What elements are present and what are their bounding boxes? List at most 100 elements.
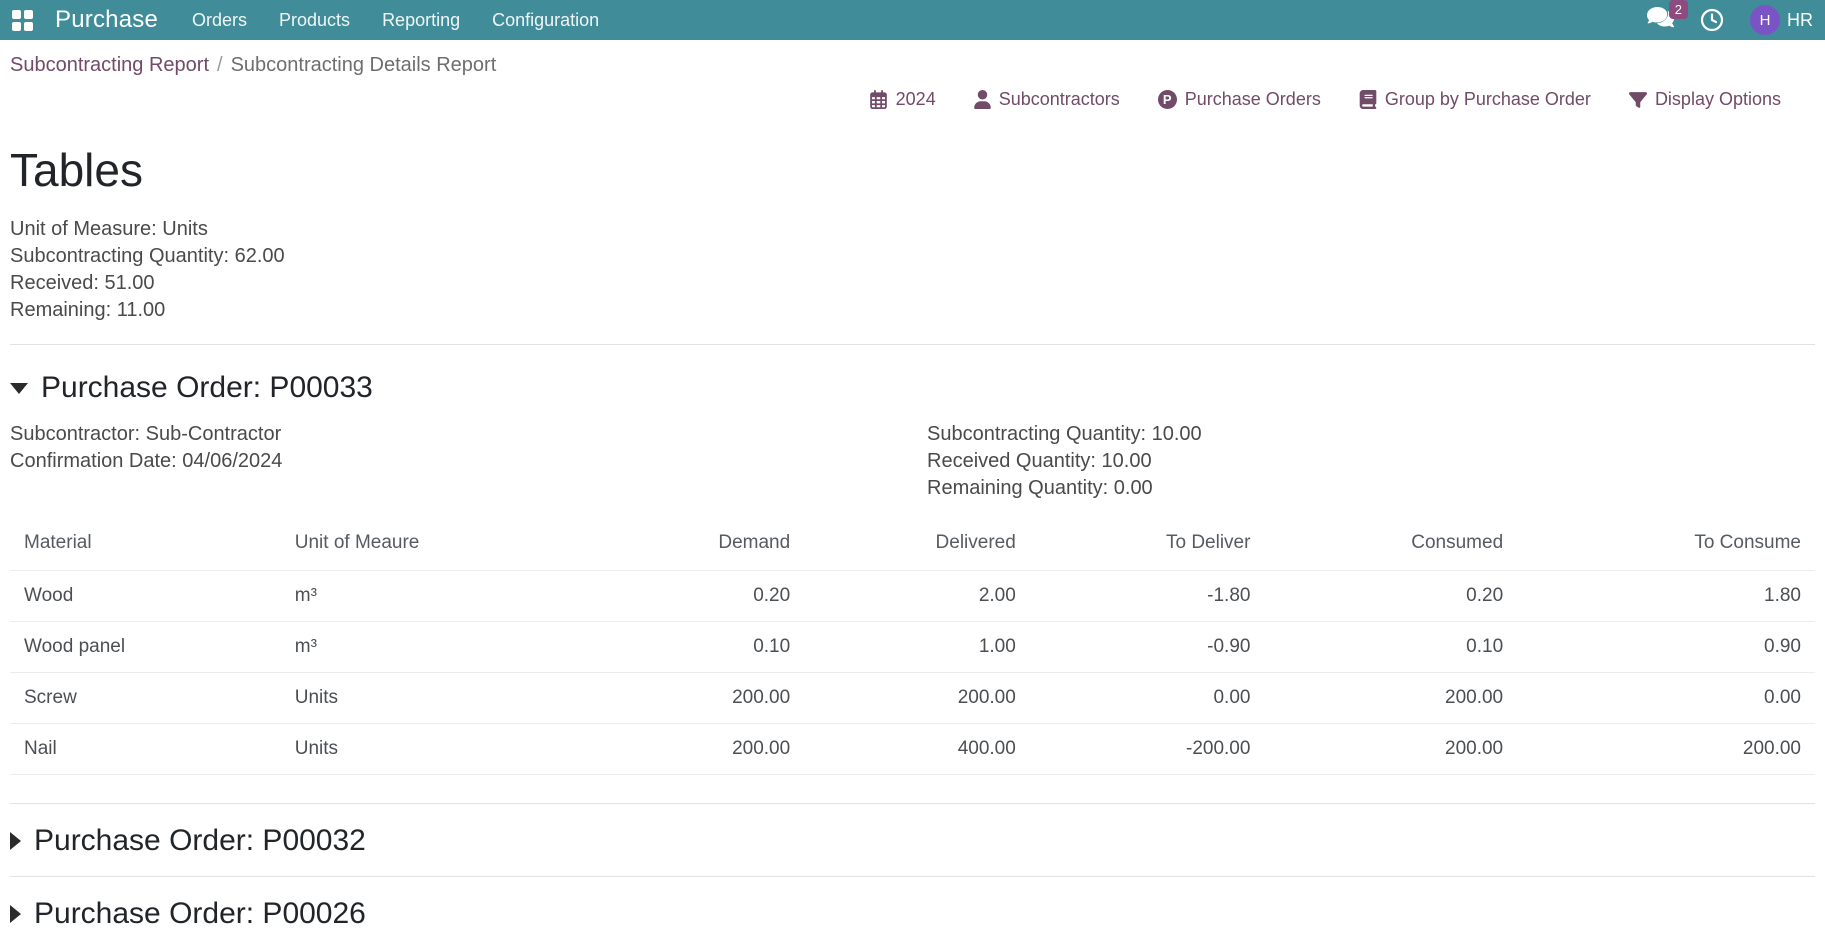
filter-year[interactable]: 2024	[869, 89, 936, 110]
cell-uom: Units	[281, 673, 534, 724]
cell-delivered: 2.00	[804, 571, 1030, 622]
main-menu: Orders Products Reporting Configuration	[192, 10, 599, 31]
cell-demand: 200.00	[533, 673, 804, 724]
po-info: Subcontractor: Sub-Contractor Confirmati…	[10, 421, 1815, 502]
col-to-consume: To Consume	[1517, 520, 1815, 571]
cell-uom: m³	[281, 622, 534, 673]
po-info-right: Subcontracting Quantity: 10.00 Received …	[927, 421, 1815, 502]
cell-consumed: 0.10	[1264, 622, 1517, 673]
cell-material: Screw	[10, 673, 281, 724]
user-icon	[974, 90, 991, 109]
breadcrumb-current: Subcontracting Details Report	[231, 54, 497, 77]
filter-icon	[1629, 91, 1647, 109]
filter-purchase-orders[interactable]: P Purchase Orders	[1158, 89, 1321, 110]
col-consumed: Consumed	[1264, 520, 1517, 571]
col-material: Material	[10, 520, 281, 571]
summary-subcontracting-qty: Subcontracting Quantity: 62.00	[10, 243, 1815, 270]
cell-uom: m³	[281, 571, 534, 622]
filter-display-options[interactable]: Display Options	[1629, 89, 1781, 110]
app-name[interactable]: Purchase	[55, 6, 158, 34]
caret-right-icon	[10, 832, 21, 850]
cell-delivered: 1.00	[804, 622, 1030, 673]
po-header-p00026[interactable]: Purchase Order: P00026	[10, 895, 1815, 928]
po-subcontractor: Subcontractor: Sub-Contractor	[10, 421, 927, 448]
po-subcontracting-qty: Subcontracting Quantity: 10.00	[927, 421, 1815, 448]
control-panel: Subcontracting Report / Subcontracting D…	[0, 40, 1825, 110]
breadcrumb-parent-link[interactable]: Subcontracting Report	[10, 54, 209, 77]
purchase-order-icon: P	[1158, 90, 1177, 109]
materials-table: Material Unit of Meaure Demand Delivered…	[10, 520, 1815, 775]
col-demand: Demand	[533, 520, 804, 571]
username-label: HR	[1787, 10, 1813, 31]
filter-display-options-label: Display Options	[1655, 89, 1781, 110]
page-title: Tables	[10, 144, 1815, 196]
menu-configuration[interactable]: Configuration	[492, 10, 599, 31]
table-row: Screw Units 200.00 200.00 0.00 200.00 0.…	[10, 673, 1815, 724]
report-summary: Unit of Measure: Units Subcontracting Qu…	[10, 216, 1815, 324]
notification-badge: 2	[1669, 0, 1688, 19]
purchase-order-section-collapsed: Purchase Order: P00026	[10, 895, 1815, 928]
cell-demand: 0.10	[533, 622, 804, 673]
filters-row: 2024 Subcontractors P Purchase Orders Gr…	[10, 89, 1815, 110]
cell-to-consume: 1.80	[1517, 571, 1815, 622]
cell-to-deliver: -1.80	[1030, 571, 1265, 622]
section-divider	[10, 803, 1815, 804]
section-divider	[10, 344, 1815, 345]
calendar-icon	[869, 90, 888, 109]
grid-icon	[12, 10, 33, 31]
col-delivered: Delivered	[804, 520, 1030, 571]
po-remaining-qty: Remaining Quantity: 0.00	[927, 475, 1815, 502]
po-info-left: Subcontractor: Sub-Contractor Confirmati…	[10, 421, 927, 502]
filter-group-by[interactable]: Group by Purchase Order	[1359, 89, 1591, 110]
table-row: Nail Units 200.00 400.00 -200.00 200.00 …	[10, 724, 1815, 775]
filter-subcontractors[interactable]: Subcontractors	[974, 89, 1120, 110]
clock-icon	[1700, 8, 1724, 32]
activities-button[interactable]	[1700, 8, 1724, 32]
cell-to-deliver: 0.00	[1030, 673, 1265, 724]
summary-received: Received: 51.00	[10, 270, 1815, 297]
topbar-left: Purchase Orders Products Reporting Confi…	[12, 6, 599, 34]
topbar-right: 2 H HR	[1647, 5, 1813, 35]
po-header-p00032[interactable]: Purchase Order: P00032	[10, 822, 1815, 860]
purchase-order-section-open: Purchase Order: P00033 Subcontractor: Su…	[10, 369, 1815, 775]
caret-right-icon	[10, 905, 21, 923]
top-navbar: Purchase Orders Products Reporting Confi…	[0, 0, 1825, 40]
cell-consumed: 200.00	[1264, 724, 1517, 775]
menu-orders[interactable]: Orders	[192, 10, 247, 31]
menu-products[interactable]: Products	[279, 10, 350, 31]
cell-to-deliver: -200.00	[1030, 724, 1265, 775]
cell-delivered: 200.00	[804, 673, 1030, 724]
cell-to-deliver: -0.90	[1030, 622, 1265, 673]
cell-demand: 0.20	[533, 571, 804, 622]
cell-to-consume: 200.00	[1517, 724, 1815, 775]
cell-material: Nail	[10, 724, 281, 775]
filter-year-label: 2024	[896, 89, 936, 110]
cell-demand: 200.00	[533, 724, 804, 775]
purchase-order-section-collapsed: Purchase Order: P00032	[10, 822, 1815, 860]
filter-group-by-label: Group by Purchase Order	[1385, 89, 1591, 110]
messages-button[interactable]: 2	[1647, 7, 1674, 34]
po-confirmation-date: Confirmation Date: 04/06/2024	[10, 448, 927, 475]
po-title-text: Purchase Order: P00026	[34, 895, 366, 928]
cell-to-consume: 0.00	[1517, 673, 1815, 724]
report-content: Tables Unit of Measure: Units Subcontrac…	[0, 144, 1825, 928]
user-menu[interactable]: H HR	[1750, 5, 1813, 35]
cell-material: Wood panel	[10, 622, 281, 673]
col-uom: Unit of Meaure	[281, 520, 534, 571]
filter-subcontractors-label: Subcontractors	[999, 89, 1120, 110]
cell-consumed: 0.20	[1264, 571, 1517, 622]
caret-down-icon	[10, 383, 28, 394]
menu-reporting[interactable]: Reporting	[382, 10, 460, 31]
filter-purchase-orders-label: Purchase Orders	[1185, 89, 1321, 110]
po-header-p00033[interactable]: Purchase Order: P00033	[10, 369, 1815, 407]
apps-menu-icon[interactable]	[12, 10, 33, 31]
cell-consumed: 200.00	[1264, 673, 1517, 724]
cell-to-consume: 0.90	[1517, 622, 1815, 673]
breadcrumb-separator: /	[217, 54, 223, 77]
cell-material: Wood	[10, 571, 281, 622]
po-received-qty: Received Quantity: 10.00	[927, 448, 1815, 475]
summary-remaining: Remaining: 11.00	[10, 297, 1815, 324]
cell-delivered: 400.00	[804, 724, 1030, 775]
table-row: Wood m³ 0.20 2.00 -1.80 0.20 1.80	[10, 571, 1815, 622]
section-divider	[10, 876, 1815, 877]
